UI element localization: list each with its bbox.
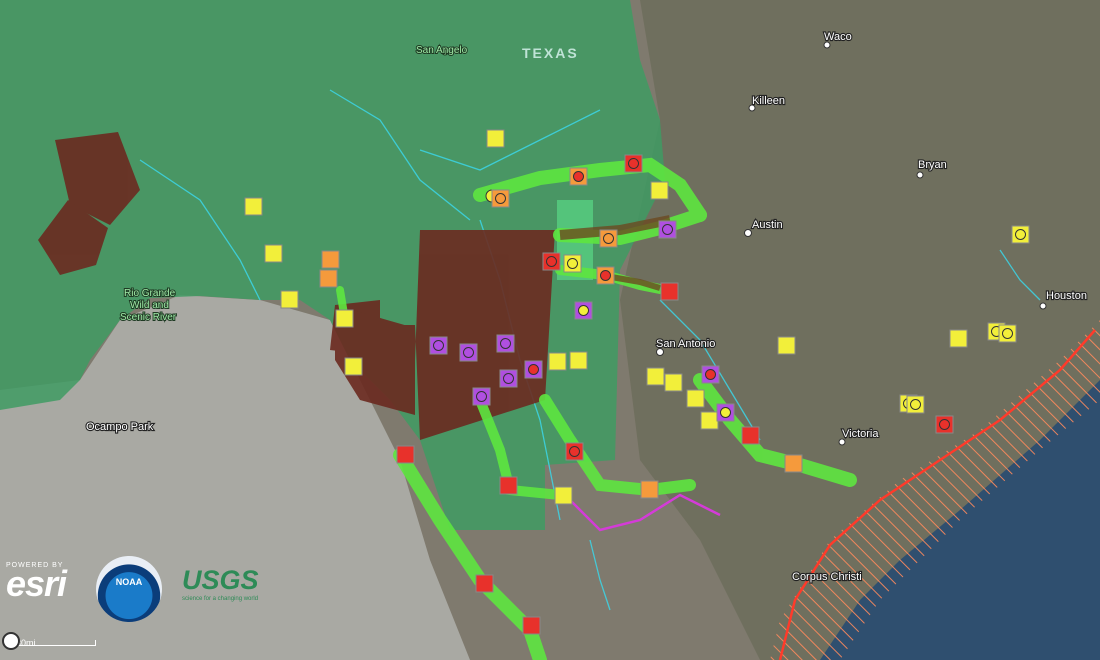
- marker-purple-circle[interactable]: [496, 334, 515, 353]
- rio-grande-label-2: Wild and: [130, 300, 169, 311]
- san-angelo-label: San Angelo: [416, 45, 468, 56]
- city-label-killeen: Killeen: [752, 95, 785, 107]
- marker-yellow[interactable]: [664, 373, 683, 392]
- city-label-san-antonio: San Antonio: [656, 338, 715, 350]
- esri-name: esri: [6, 563, 67, 604]
- city-label-victoria: Victoria: [842, 428, 879, 440]
- marker-yellow[interactable]: [650, 181, 669, 200]
- marker-yellow-circle[interactable]: [906, 395, 925, 414]
- marker-red-circle[interactable]: [565, 442, 584, 461]
- usgs-name: USGS: [182, 565, 259, 595]
- marker-red-circle[interactable]: [935, 415, 954, 434]
- marker-yellow[interactable]: [569, 351, 588, 370]
- marker-orange[interactable]: [319, 269, 338, 288]
- city-label-austin: Austin: [752, 219, 783, 231]
- marker-orange-circle[interactable]: [569, 167, 588, 186]
- marker-red[interactable]: [741, 426, 760, 445]
- city-label-houston: Houston: [1046, 290, 1087, 302]
- rio-grande-label-3: Scenic River: [120, 312, 177, 323]
- scale-bar-line: [16, 640, 96, 646]
- marker-yellow[interactable]: [554, 486, 573, 505]
- marker-red[interactable]: [475, 574, 494, 593]
- rio-grande-label-1: Rio Grande: [124, 288, 176, 299]
- marker-yellow[interactable]: [548, 352, 567, 371]
- marker-red[interactable]: [396, 445, 415, 464]
- marker-red[interactable]: [660, 282, 679, 301]
- city-label-bryan: Bryan: [918, 159, 947, 171]
- marker-yellow[interactable]: [949, 329, 968, 348]
- info-button[interactable]: [2, 632, 20, 650]
- city-label-corpus-christi: Corpus Christi: [792, 571, 862, 583]
- marker-yellow-circle[interactable]: [563, 254, 582, 273]
- marker-orange[interactable]: [640, 480, 659, 499]
- city-san-angelo: San Angelo: [415, 44, 469, 57]
- marker-yellow[interactable]: [244, 197, 263, 216]
- marker-yellow[interactable]: [486, 129, 505, 148]
- usgs-tagline: science for a changing world: [182, 596, 259, 602]
- marker-purple-circle[interactable]: [499, 369, 518, 388]
- marker-purple-circle[interactable]: [524, 360, 543, 379]
- marker-yellow-circle[interactable]: [998, 324, 1017, 343]
- city-corpus-christi: Corpus Christi: [791, 570, 863, 584]
- noaa-logo: NOAA: [96, 556, 162, 622]
- map-canvas[interactable]: TEXAS San Angelo Rio Grande Wild and Sce…: [0, 0, 1100, 660]
- marker-purple-circle[interactable]: [716, 403, 735, 422]
- marker-orange-circle[interactable]: [596, 266, 615, 285]
- marker-yellow[interactable]: [280, 290, 299, 309]
- city-label-waco: Waco: [824, 31, 852, 43]
- marker-yellow-circle[interactable]: [1011, 225, 1030, 244]
- ocampo-park-label: Ocampo Park: [86, 421, 154, 433]
- marker-yellow[interactable]: [646, 367, 665, 386]
- marker-purple-circle[interactable]: [701, 365, 720, 384]
- marker-purple-circle[interactable]: [459, 343, 478, 362]
- marker-purple-circle[interactable]: [574, 301, 593, 320]
- marker-yellow[interactable]: [686, 389, 705, 408]
- esri-logo: POWERED BY esri: [6, 562, 67, 604]
- marker-red[interactable]: [499, 476, 518, 495]
- noaa-label: NOAA: [115, 577, 143, 587]
- marker-yellow[interactable]: [344, 357, 363, 376]
- marker-yellow[interactable]: [777, 336, 796, 355]
- marker-orange[interactable]: [321, 250, 340, 269]
- marker-orange-circle[interactable]: [491, 189, 510, 208]
- marker-yellow[interactable]: [335, 309, 354, 328]
- marker-red-circle[interactable]: [542, 252, 561, 271]
- marker-purple-circle[interactable]: [658, 220, 677, 239]
- marker-yellow[interactable]: [700, 411, 719, 430]
- state-label: TEXAS: [522, 45, 579, 61]
- usgs-logo: USGS science for a changing world: [182, 565, 259, 602]
- marker-red-circle[interactable]: [624, 154, 643, 173]
- marker-red[interactable]: [522, 616, 541, 635]
- marker-purple-circle[interactable]: [472, 387, 491, 406]
- marker-orange[interactable]: [784, 454, 803, 473]
- marker-orange-circle[interactable]: [599, 229, 618, 248]
- marker-purple-circle[interactable]: [429, 336, 448, 355]
- marker-yellow[interactable]: [264, 244, 283, 263]
